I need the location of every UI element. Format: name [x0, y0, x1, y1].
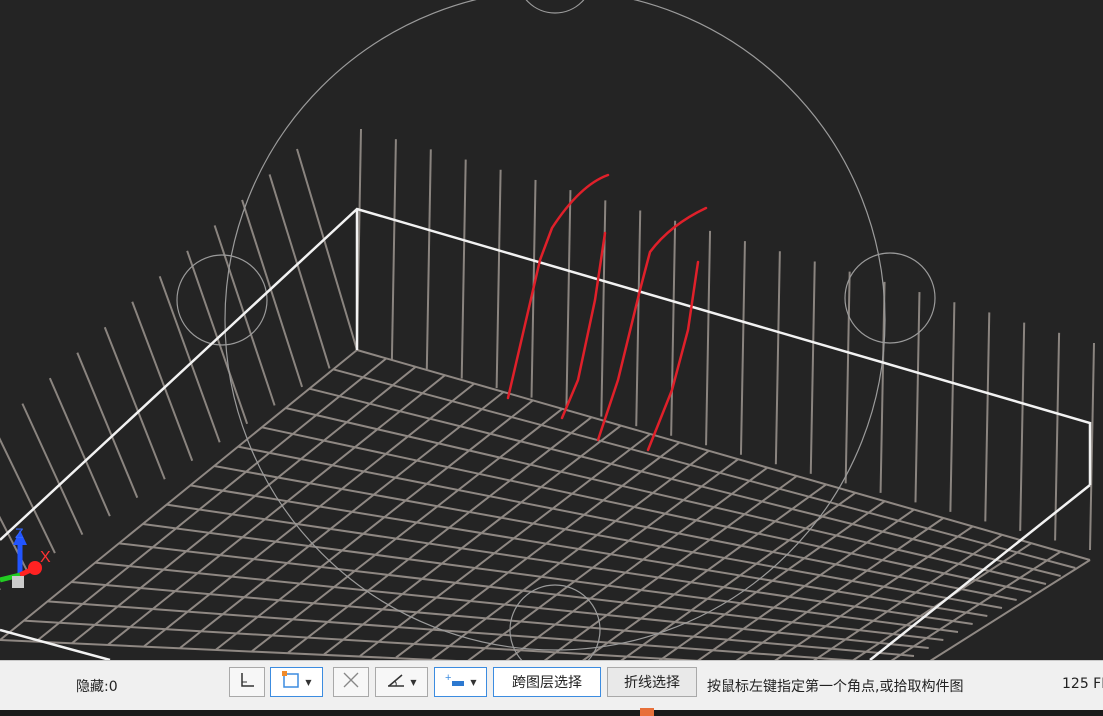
status-bar: 隐藏:0 ▼ ▼ + ▼ 跨图层选择 折线选择 按鼠标左键指定第一个角点,或拾取… — [0, 660, 1103, 710]
left-wall-wire — [296, 148, 358, 351]
polyline-select-button[interactable]: 折线选择 — [607, 667, 697, 697]
floor-grid-line — [190, 484, 988, 617]
small-circle-left — [176, 254, 268, 346]
floor-grid-line — [35, 357, 387, 643]
chevron-down-icon: ▼ — [470, 677, 477, 687]
ortho-icon — [238, 671, 256, 693]
axis-label-x: X — [40, 549, 51, 566]
3d-viewport[interactable]: Z X — [0, 0, 1103, 660]
taskbar-strip — [0, 710, 1103, 716]
chevron-down-icon: ▼ — [305, 677, 312, 687]
floor-grid-line — [543, 475, 798, 660]
hidden-count: 隐藏:0 — [76, 679, 118, 695]
back-wall-wire — [460, 159, 467, 379]
cross-layer-select-button[interactable]: 跨图层选择 — [493, 667, 601, 697]
floor-grid-line — [71, 366, 417, 644]
back-wall-wire — [1019, 322, 1026, 531]
angle-button[interactable]: ▼ — [375, 667, 428, 697]
command-prompt: 按鼠标左键指定第一个角点,或拾取构件图 — [707, 679, 964, 695]
left-wall-wire — [103, 326, 166, 480]
chevron-down-icon: ▼ — [410, 677, 417, 687]
back-wall-wire — [844, 271, 851, 484]
wireframe-scene[interactable]: Z X — [0, 0, 1103, 660]
back-wall-wire — [914, 292, 921, 503]
dynamic-input-icon: + — [444, 671, 466, 693]
left-wall-wire — [0, 515, 29, 572]
angle-icon — [386, 671, 406, 693]
floor-grid-line — [467, 458, 739, 660]
back-wall-wire — [809, 261, 816, 474]
fps-counter: 125 FP — [1062, 676, 1103, 692]
left-wall-wire — [213, 225, 276, 406]
floor-grid-line — [166, 503, 973, 625]
dynamic-input-button[interactable]: + ▼ — [434, 667, 487, 697]
left-wall-wire — [268, 174, 331, 369]
back-wall-wire — [984, 312, 991, 522]
box-top-rim — [0, 207, 1092, 541]
ortho-button[interactable] — [229, 667, 265, 697]
back-wall-wire — [949, 302, 956, 512]
back-wall-wire — [774, 251, 781, 465]
svg-text:+: + — [445, 672, 451, 684]
floor-grid-line — [179, 391, 505, 649]
back-wall-wire — [565, 190, 572, 408]
floor-grid-line — [215, 399, 534, 651]
big-circle — [224, 0, 886, 651]
back-wall-wire — [635, 210, 642, 427]
origin-cube — [12, 576, 24, 588]
snap-x-icon — [341, 670, 361, 694]
back-wall-wire — [705, 230, 712, 446]
red-sketch-annotation — [506, 173, 708, 452]
back-wall-wire — [390, 139, 397, 360]
rect-select-icon — [281, 670, 301, 694]
taskbar-app-icon[interactable] — [640, 708, 654, 716]
small-circle-top — [525, 0, 585, 14]
snap-button[interactable] — [333, 667, 369, 697]
left-wall-wire — [241, 199, 304, 388]
floor-grid-line — [359, 433, 651, 657]
floor-grid-line — [287, 416, 593, 654]
axis-label-z: Z — [15, 525, 24, 541]
back-wall-wire — [879, 281, 886, 493]
left-wall-wire — [158, 275, 221, 443]
left-wall-wire — [131, 301, 194, 462]
back-wall-wire — [739, 241, 746, 455]
small-circle-right — [844, 252, 936, 344]
box-right-edge — [869, 484, 1091, 660]
select-mode-button[interactable]: ▼ — [270, 667, 323, 697]
floor-grid-line — [323, 424, 622, 656]
floor-grid-line — [0, 349, 358, 641]
back-wall-wire — [495, 169, 502, 389]
floor-grid-line — [71, 581, 915, 657]
back-wall-wire — [670, 220, 677, 436]
left-wall-wire — [21, 403, 84, 536]
left-wall-wire — [76, 352, 139, 499]
back-wall-wires — [0, 128, 1095, 590]
back-wall-wire — [425, 149, 432, 370]
